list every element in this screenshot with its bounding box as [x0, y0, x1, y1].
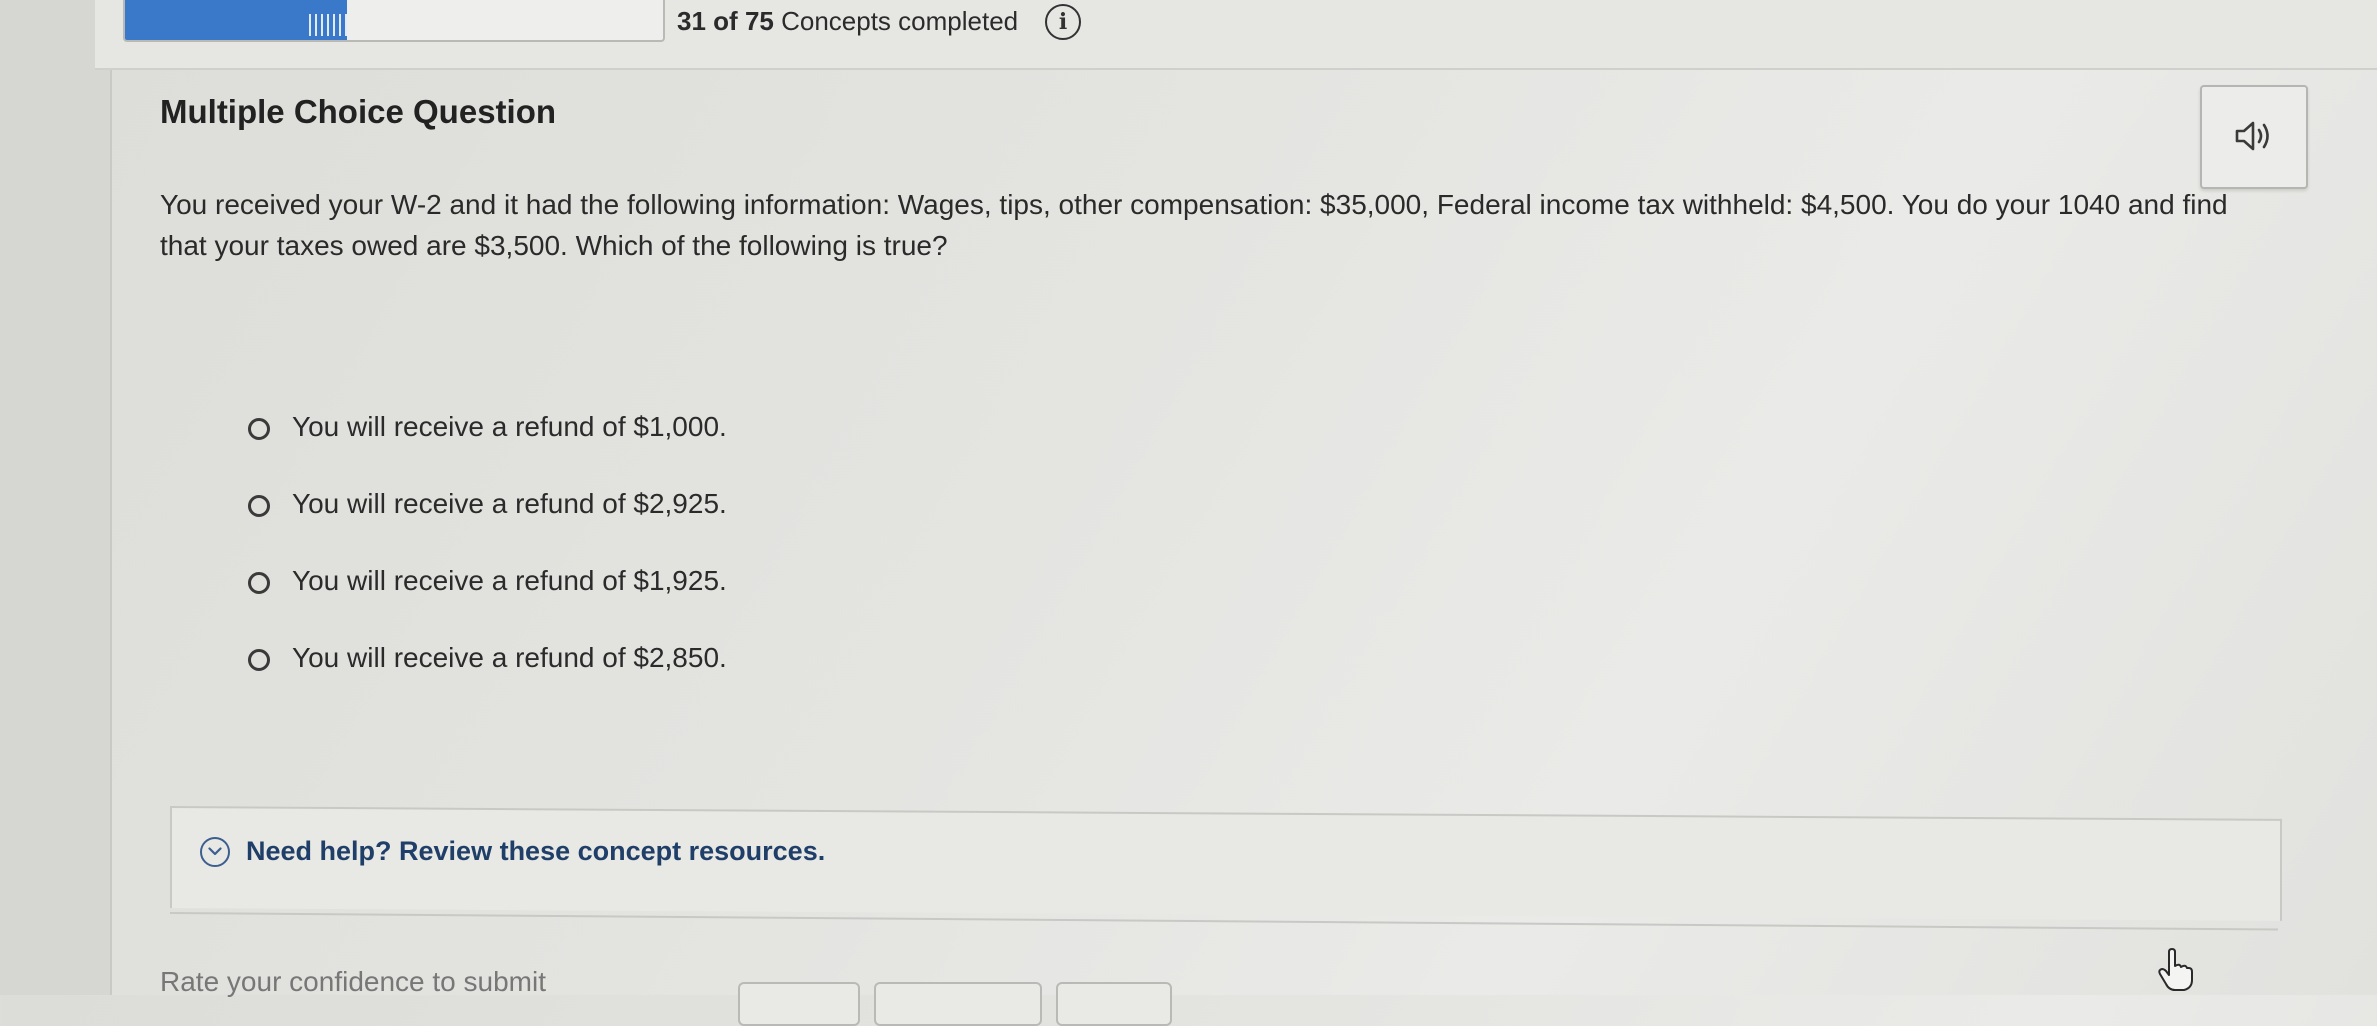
- progress-text: 31 of 75 Concepts completed: [677, 6, 1018, 37]
- confidence-button-2[interactable]: [874, 982, 1042, 1026]
- left-gutter: [0, 0, 112, 995]
- progress-total-count: 75: [744, 6, 774, 36]
- progress-of: of: [713, 6, 738, 36]
- progress-bar: [123, 0, 665, 42]
- answer-option-label: You will receive a refund of $1,000.: [292, 411, 727, 442]
- progress-ticks: [309, 14, 347, 36]
- answer-options: You will receive a refund of $1,000. You…: [248, 410, 727, 718]
- help-link-text: Need help? Review these concept resource…: [246, 836, 826, 866]
- audio-button[interactable]: [2200, 85, 2308, 189]
- progress-suffix: Concepts completed: [781, 6, 1019, 36]
- confidence-button-3[interactable]: [1056, 982, 1172, 1026]
- question-type-title: Multiple Choice Question: [160, 93, 557, 130]
- top-bar: 31 of 75 Concepts completed i: [95, 0, 2377, 70]
- answer-option-label: You will receive a refund of $2,850.: [292, 642, 727, 673]
- answer-option-3[interactable]: You will receive a refund of $1,925.: [248, 564, 727, 641]
- question-text: You received your W-2 and it had the fol…: [160, 189, 2228, 261]
- answer-option-4[interactable]: You will receive a refund of $2,850.: [248, 641, 727, 718]
- answer-option-label: You will receive a refund of $2,925.: [292, 488, 727, 519]
- answer-option-1[interactable]: You will receive a refund of $1,000.: [248, 410, 727, 487]
- chevron-down-icon: [200, 836, 230, 867]
- radio-button[interactable]: [248, 572, 270, 594]
- confidence-button-1[interactable]: [738, 982, 860, 1026]
- radio-button[interactable]: [248, 495, 270, 517]
- progress-completed-count: 31: [677, 6, 706, 36]
- hand-pointer-icon: [2158, 948, 2193, 991]
- speaker-icon: [2235, 121, 2269, 151]
- answer-option-2[interactable]: You will receive a refund of $2,925.: [248, 487, 727, 564]
- confidence-prompt: Rate your confidence to submit: [160, 966, 546, 997]
- info-icon[interactable]: i: [1045, 4, 1081, 40]
- radio-button[interactable]: [248, 649, 270, 671]
- answer-option-label: You will receive a refund of $1,925.: [292, 565, 727, 596]
- radio-button[interactable]: [248, 418, 270, 440]
- concept-resources-toggle[interactable]: Need help? Review these concept resource…: [200, 836, 825, 867]
